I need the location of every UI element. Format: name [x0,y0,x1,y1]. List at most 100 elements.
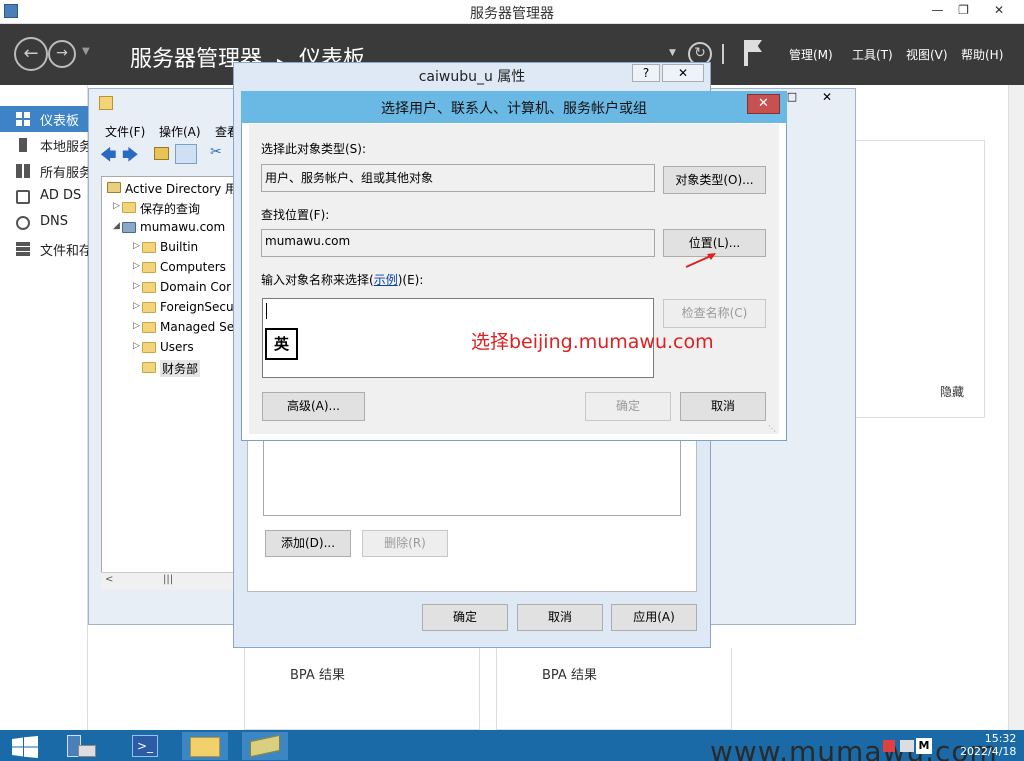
tree-row-label: mumawu.com [140,220,226,234]
notifications-flag-icon[interactable] [744,40,748,66]
taskbar-clock[interactable]: 15:32 2022/4/18 [960,732,1016,758]
sidebar-item-file-storage[interactable]: 文件和存储服务 [0,236,88,262]
minimize-button[interactable]: — [924,0,951,20]
add-button[interactable]: 添加(D)... [265,530,351,557]
properties-apply-button[interactable]: 应用(A) [611,604,697,631]
history-dropdown-icon[interactable]: ▼ [82,46,90,57]
main-scrollbar[interactable] [1008,85,1024,730]
expand-arrow-icon[interactable]: ◢ [113,221,120,231]
object-type-label: 选择此对象类型(S): [261,142,367,156]
tray-ime-icon[interactable]: M [916,738,932,754]
aduc-menu-file[interactable]: 文件(F) [105,123,145,140]
menu-manage[interactable]: 管理(M) [789,46,833,63]
expand-arrow-icon[interactable]: ▷ [133,261,140,271]
select-dialog-title: 选择用户、联系人、计算机、服务帐户或组 [381,101,647,117]
sidebar-item-ad-ds[interactable]: AD DS [0,184,88,210]
tree-horizontal-scrollbar[interactable]: < ||| [101,572,234,590]
folder-icon [142,322,156,333]
sidebar-item-label: DNS [40,214,68,229]
back-icon[interactable]: ← [14,37,48,71]
scroll-thumb-icon[interactable]: ||| [163,574,173,585]
taskbar-powershell[interactable]: >_ [122,732,168,760]
windows-logo-icon [12,736,38,758]
sidebar-item-label: AD DS [40,188,82,203]
tree-row[interactable]: ▷ Domain Cor [133,278,234,298]
refresh-dropdown-icon[interactable]: ▼ [669,48,676,58]
properties-cancel-button[interactable]: 取消 [517,604,603,631]
expand-arrow-icon[interactable]: ▷ [133,281,140,291]
bpa-results-label[interactable]: BPA 结果 [542,664,597,683]
server-icon [19,138,27,152]
tree-row[interactable]: ▷ Users [133,338,234,358]
forward-icon[interactable]: → [48,40,76,68]
ad-root-icon [107,182,121,193]
tray-flag-icon[interactable] [883,740,895,752]
tree-row[interactable]: ▷ Computers [133,258,234,278]
ad-ds-icon [16,190,30,204]
menu-tools[interactable]: 工具(T) [852,46,893,63]
explorer-folder-icon [190,737,220,757]
object-types-button[interactable]: 对象类型(O)... [663,166,766,194]
aduc-menu-action[interactable]: 操作(A) [159,123,201,140]
restore-button[interactable]: ❐ [950,0,977,20]
tree-row-label: Builtin [160,240,199,254]
annotation-text: 选择beijing.mumawu.com [471,331,714,353]
expand-arrow-icon[interactable]: ▷ [113,201,120,211]
tree-row[interactable]: ◢ mumawu.com [113,218,234,238]
sidebar-item-dashboard[interactable]: 仪表板 [0,106,88,132]
expand-arrow-icon[interactable]: ▷ [133,341,140,351]
tree-row[interactable]: Active Directory 用 [105,178,234,198]
tree-row[interactable]: ▷ Managed Se [133,318,234,338]
taskbar-aduc[interactable] [242,732,288,760]
sidebar-item-label: 本地服务器 [40,140,88,155]
tree-row[interactable]: ▷ ForeignSecu [133,298,234,318]
expand-arrow-icon[interactable]: ▷ [133,301,140,311]
scroll-left-icon[interactable]: < [105,574,113,585]
domain-icon [122,222,136,233]
taskbar-explorer[interactable] [182,732,228,760]
show-console-tree-icon[interactable] [175,144,197,164]
expand-arrow-icon[interactable]: ▷ [133,321,140,331]
sidebar-item-all-servers[interactable]: 所有服务器 [0,158,88,184]
properties-close-button[interactable]: ✕ [662,64,704,82]
menu-view[interactable]: 视图(V) [906,46,948,63]
start-button[interactable] [0,732,50,760]
hide-link[interactable]: 隐藏 [940,383,964,400]
header-divider [722,44,724,64]
properties-help-button[interactable]: ? [632,64,660,82]
select-cancel-button[interactable]: 取消 [680,392,766,421]
advanced-button[interactable]: 高级(A)... [262,392,365,421]
close-button[interactable]: ✕ [976,0,1022,20]
toolbox-icon [78,745,96,757]
up-folder-icon[interactable] [154,147,169,160]
resize-grip-icon[interactable]: ⋱ [768,424,776,433]
folder-icon [142,242,156,253]
tree-row[interactable]: ▷ 保存的查询 [113,198,234,218]
examples-link[interactable]: 示例 [374,273,398,287]
select-dialog-close-button[interactable]: ✕ [747,94,780,114]
aduc-book-icon [250,734,280,758]
sidebar-item-label: 所有服务器 [40,166,88,181]
tree-row[interactable]: ▷ Builtin [133,238,234,258]
expand-arrow-icon[interactable]: ▷ [133,241,140,251]
object-type-field: 用户、服务帐户、组或其他对象 [261,164,655,192]
back-arrow-icon[interactable]: 🡄 [100,144,117,171]
remove-button: 删除(R) [362,530,448,557]
dashboard-tile [855,140,985,418]
forward-arrow-icon[interactable]: 🡆 [122,144,139,171]
ime-mode-indicator[interactable]: 英 [265,328,298,360]
taskbar-server-manager[interactable] [60,732,106,760]
bpa-results-label[interactable]: BPA 结果 [290,664,345,683]
menu-help[interactable]: 帮助(H) [961,46,1003,63]
cut-icon[interactable]: ✂ [210,144,222,160]
sidebar-item-local-server[interactable]: 本地服务器 [0,132,88,158]
member-of-list[interactable] [263,440,681,516]
sidebar-item-dns[interactable]: DNS [0,210,88,236]
aduc-close-button[interactable]: ✕ [808,90,846,108]
tray-network-icon[interactable] [900,740,914,752]
tree-row[interactable]: 财务部 [133,358,234,378]
sidebar-item-label: 文件和存储服务 [40,244,88,259]
clock-time: 15:32 [984,732,1017,745]
properties-ok-button[interactable]: 确定 [422,604,508,631]
dashboard-tile-right [496,648,732,730]
